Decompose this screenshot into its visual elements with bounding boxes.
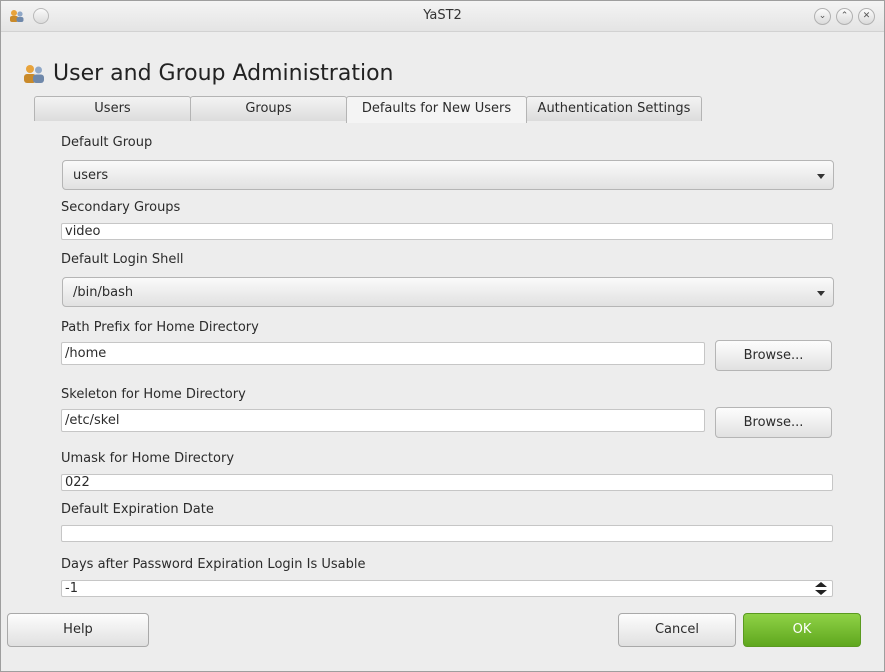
help-button[interactable]: Help <box>7 613 149 647</box>
skeleton-label: Skeleton for Home Directory <box>61 387 246 402</box>
umask-input[interactable]: 022 <box>61 474 833 491</box>
chevron-down-icon: ⌄ <box>818 11 827 21</box>
days-after-expiration-value: -1 <box>65 581 78 596</box>
path-prefix-label: Path Prefix for Home Directory <box>61 320 259 335</box>
yast-window: YaST2 ⌄ ⌃ ✕ User and Group Administratio… <box>0 0 885 672</box>
dropdown-arrow-icon <box>817 291 825 296</box>
umask-label: Umask for Home Directory <box>61 451 235 466</box>
ok-button[interactable]: OK <box>743 613 861 647</box>
days-after-expiration-spinbox[interactable]: -1 <box>61 580 833 597</box>
default-group-value: users <box>73 168 109 183</box>
default-group-label: Default Group <box>61 135 153 150</box>
secondary-groups-input[interactable]: video <box>61 223 833 240</box>
close-button[interactable]: ✕ <box>858 8 875 25</box>
default-login-shell-select[interactable]: /bin/bash <box>62 277 834 307</box>
users-icon <box>24 65 44 83</box>
page-title: User and Group Administration <box>53 61 394 86</box>
maximize-button[interactable]: ⌃ <box>836 8 853 25</box>
tab-groups[interactable]: Groups <box>190 96 347 121</box>
skeleton-browse-button[interactable]: Browse... <box>715 407 832 438</box>
chevron-up-icon: ⌃ <box>840 11 849 21</box>
dropdown-arrow-icon <box>817 174 825 179</box>
path-prefix-input[interactable]: /home <box>61 342 705 365</box>
spinner-arrows-icon[interactable] <box>814 582 828 595</box>
window-title: YaST2 <box>423 8 462 23</box>
minimize-button[interactable]: ⌄ <box>814 8 831 25</box>
default-login-shell-label: Default Login Shell <box>61 252 184 267</box>
tab-authentication-settings[interactable]: Authentication Settings <box>526 96 702 121</box>
default-group-select[interactable]: users <box>62 160 834 190</box>
close-icon: ✕ <box>862 11 871 21</box>
secondary-groups-label: Secondary Groups <box>61 200 181 215</box>
skeleton-input[interactable]: /etc/skel <box>61 409 705 432</box>
default-login-shell-value: /bin/bash <box>73 285 134 300</box>
title-bar: YaST2 ⌄ ⌃ ✕ <box>1 1 884 32</box>
defaults-panel: Default Group users Secondary Groups vid… <box>34 122 851 602</box>
cancel-button[interactable]: Cancel <box>618 613 736 647</box>
path-prefix-browse-button[interactable]: Browse... <box>715 340 832 371</box>
tab-defaults-for-new-users[interactable]: Defaults for New Users <box>346 96 527 123</box>
expiration-date-label: Default Expiration Date <box>61 502 214 517</box>
days-after-expiration-label: Days after Password Expiration Login Is … <box>61 557 366 572</box>
tab-users[interactable]: Users <box>34 96 191 121</box>
expiration-date-input[interactable] <box>61 525 833 542</box>
